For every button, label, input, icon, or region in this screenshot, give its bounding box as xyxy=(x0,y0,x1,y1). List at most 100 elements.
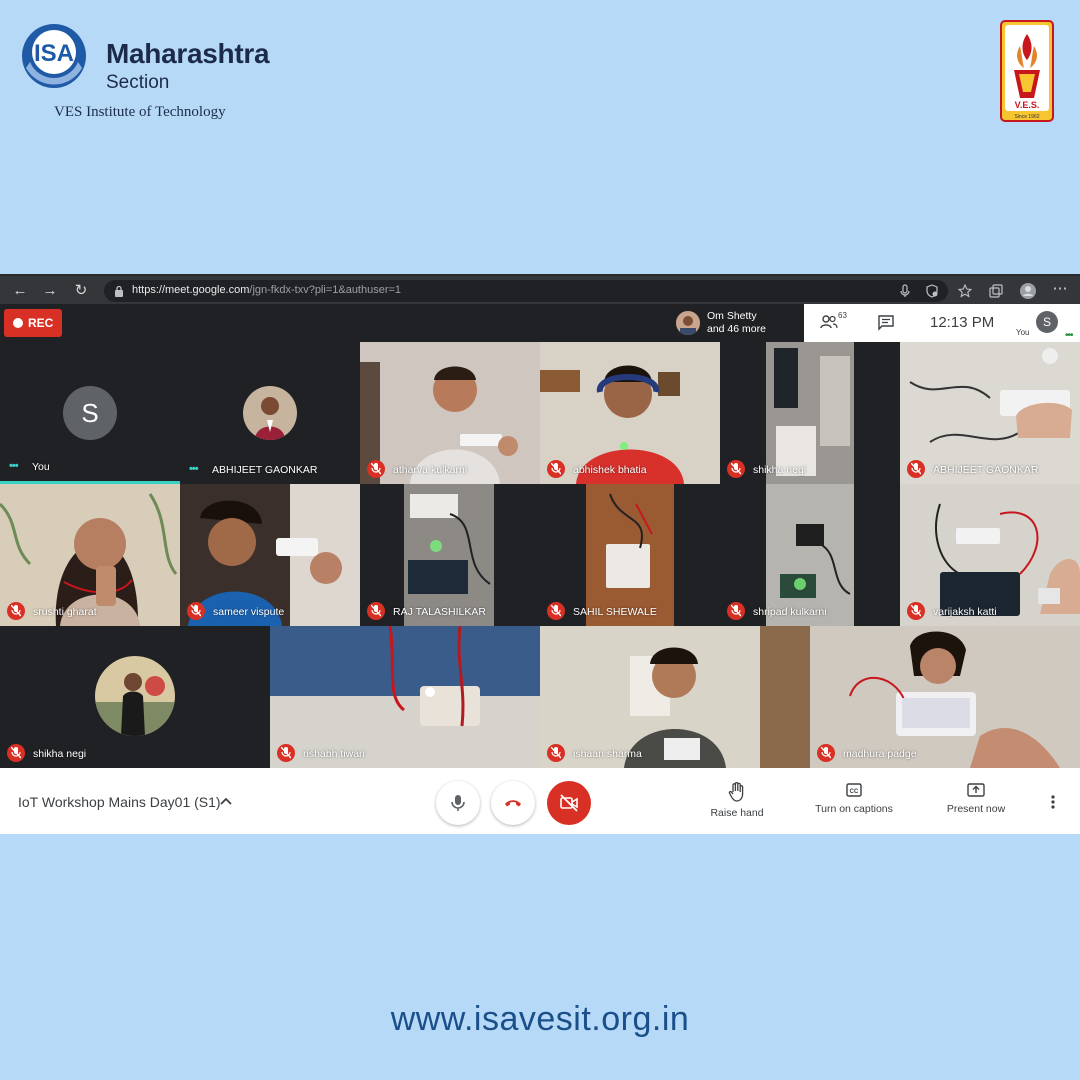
captions-icon: CC xyxy=(846,783,862,797)
active-speakers[interactable]: Om Shetty and 46 more xyxy=(670,304,802,342)
participant-tile[interactable]: ishaan sharma xyxy=(540,626,810,768)
participant-name: RAJ TALASHILKAR xyxy=(393,606,486,618)
meeting-title[interactable]: IoT Workshop Mains Day01 (S1) xyxy=(18,794,221,810)
video-feed xyxy=(720,484,900,626)
recording-indicator: REC xyxy=(4,309,62,337)
mic-off-icon xyxy=(547,744,565,762)
participant-name: ishaan sharma xyxy=(573,748,642,760)
presenter-avatar xyxy=(676,311,700,335)
presenter-name: Om Shetty xyxy=(707,310,757,322)
video-feed xyxy=(270,626,540,768)
participant-name: madhura padge xyxy=(843,748,917,760)
video-feed xyxy=(900,342,1080,484)
hang-up-icon xyxy=(505,800,521,807)
microphone-toggle-button[interactable] xyxy=(436,781,480,825)
mic-off-icon xyxy=(547,602,565,620)
record-dot-icon xyxy=(13,318,23,328)
rec-label: REC xyxy=(28,316,54,330)
url-text: https://meet.google.com/jgn-fkdx-txv?pli… xyxy=(132,284,401,296)
self-avatar[interactable]: S xyxy=(1036,311,1058,333)
institute-name: VES Institute of Technology xyxy=(54,104,226,120)
camera-off-icon xyxy=(560,794,578,812)
mic-off-icon xyxy=(907,460,925,478)
presenter-more: and 46 more xyxy=(707,323,766,335)
ves-since-text: Since 1962 xyxy=(1014,114,1039,120)
tracking-icon[interactable] xyxy=(925,284,939,298)
present-now-button[interactable]: Present now xyxy=(942,782,1010,815)
mic-icon xyxy=(451,795,465,811)
participant-name: ABHIJEET GAONKAR xyxy=(933,464,1039,476)
self-label: You xyxy=(1016,328,1030,337)
favorites-icon[interactable] xyxy=(958,284,972,298)
audio-indicator-icon: ••• xyxy=(1065,330,1073,341)
participant-name: abhishek bhatia xyxy=(573,464,647,476)
present-label: Present now xyxy=(946,803,1006,815)
audio-indicator-icon: ••• xyxy=(189,463,199,475)
participant-tile[interactable]: rishabh tiwari xyxy=(270,626,540,768)
participant-tile[interactable]: shripad kulkarni xyxy=(720,484,900,626)
participant-tile[interactable]: shikha negi xyxy=(720,342,900,484)
back-icon[interactable]: ← xyxy=(12,283,28,299)
video-feed xyxy=(360,342,540,484)
participant-name: SAHIL SHEWALE xyxy=(573,606,657,618)
raise-hand-button[interactable]: Raise hand xyxy=(706,782,768,819)
collections-icon[interactable] xyxy=(989,284,1003,298)
participant-tile[interactable]: S ••• You xyxy=(0,342,180,484)
brand-title: Maharashtra xyxy=(106,38,270,69)
participant-name: ABHIJEET GAONKAR xyxy=(212,464,318,476)
chevron-up-icon[interactable] xyxy=(220,796,232,806)
captions-label: Turn on captions xyxy=(815,803,893,815)
forward-icon[interactable]: → xyxy=(42,283,58,299)
profile-icon[interactable] xyxy=(1020,283,1036,299)
participant-tile[interactable]: ABHIJEET GAONKAR xyxy=(900,342,1080,484)
participant-tile[interactable]: shikha negi xyxy=(0,626,270,768)
url-field[interactable]: https://meet.google.com/jgn-fkdx-txv?pli… xyxy=(104,280,948,302)
avatar xyxy=(95,656,175,736)
participant-tile[interactable]: RAJ TALASHILKAR xyxy=(360,484,540,626)
website-url[interactable]: www.isavesit.org.in xyxy=(0,1000,1080,1039)
participant-name: srushti gharat xyxy=(33,606,97,618)
mic-off-icon xyxy=(187,602,205,620)
participant-name: varijaksh katti xyxy=(933,606,997,618)
people-icon[interactable] xyxy=(820,314,838,330)
participant-name: atharva kulkarni xyxy=(393,464,468,476)
people-count: 63 xyxy=(838,311,847,320)
participant-tile[interactable]: sameer vispute xyxy=(180,484,360,626)
more-icon[interactable]: ⋯ xyxy=(1052,281,1068,297)
ves-logo: V.E.S. Since 1962 xyxy=(1000,20,1054,122)
participant-tile[interactable]: abhishek bhatia xyxy=(540,342,720,484)
leave-call-button[interactable] xyxy=(491,781,535,825)
url-host: https://meet.google.com xyxy=(132,284,250,296)
mic-off-icon xyxy=(727,460,745,478)
participant-name: rishabh tiwari xyxy=(303,748,365,760)
participant-tile[interactable]: srushti gharat xyxy=(0,484,180,626)
ves-logo-text: V.E.S. xyxy=(1015,100,1040,110)
participant-name: shikha negi xyxy=(753,464,807,476)
present-icon xyxy=(967,783,985,797)
meeting-clock: 12:13 PM xyxy=(930,314,995,331)
svg-text:CC: CC xyxy=(850,789,859,795)
captions-button[interactable]: CC Turn on captions xyxy=(812,782,896,815)
mic-off-icon xyxy=(7,744,25,762)
mic-icon[interactable] xyxy=(898,284,912,298)
brand-subtitle: Section xyxy=(106,72,170,93)
camera-toggle-button[interactable] xyxy=(547,781,591,825)
isa-logo-text: ISA xyxy=(34,40,74,67)
video-feed xyxy=(540,484,720,626)
reload-icon[interactable]: ↻ xyxy=(73,283,89,299)
participant-name: shikha negi xyxy=(33,748,87,760)
video-feed xyxy=(810,626,1080,768)
browser-window: ← → ↻ https://meet.google.com/jgn-fkdx-t… xyxy=(0,274,1080,834)
participant-tile[interactable]: atharva kulkarni xyxy=(360,342,540,484)
more-options-icon[interactable] xyxy=(1050,794,1056,810)
participant-tile[interactable]: SAHIL SHEWALE xyxy=(540,484,720,626)
chat-icon[interactable] xyxy=(878,315,894,331)
mic-off-icon xyxy=(367,602,385,620)
video-feed xyxy=(360,484,540,626)
avatar xyxy=(243,386,297,440)
participant-tile[interactable]: madhura padge xyxy=(810,626,1080,768)
meet-top-bar: REC Om Shetty and 46 more 63 12:13 PM Yo… xyxy=(0,304,1080,342)
participant-tile[interactable]: varijaksh katti xyxy=(900,484,1080,626)
participant-tile[interactable]: ••• ABHIJEET GAONKAR xyxy=(180,342,360,484)
video-feed xyxy=(900,484,1080,626)
